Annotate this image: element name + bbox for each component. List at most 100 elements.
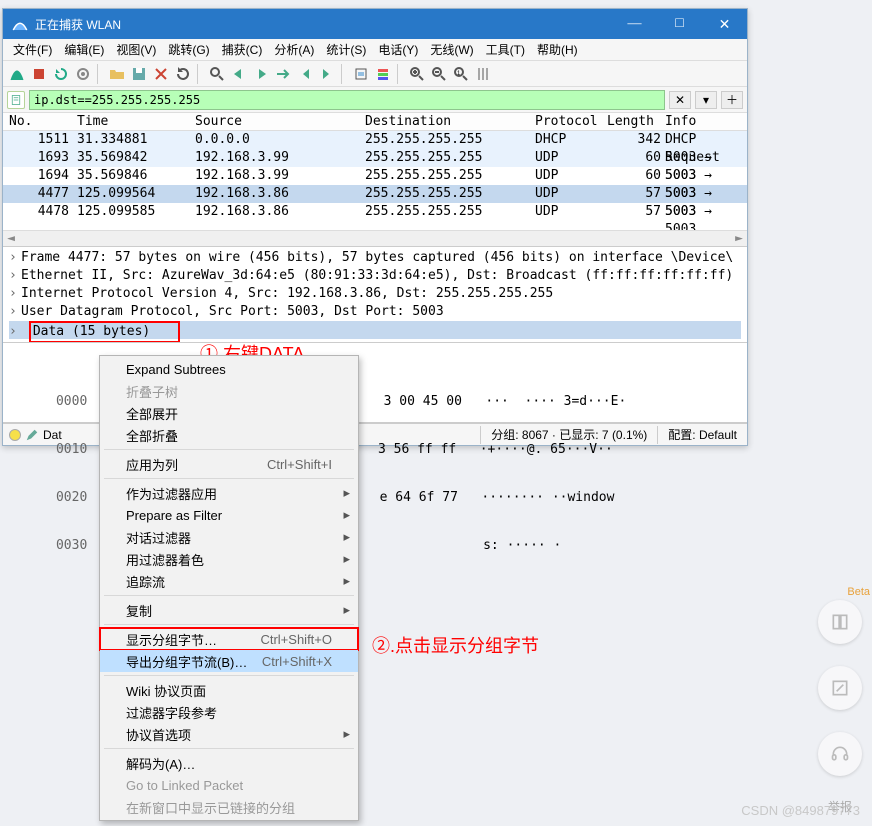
ctx-collapse-all[interactable]: 全部折叠 [100,424,358,446]
packet-details-pane[interactable]: ›Frame 4477: 57 bytes on wire (456 bits)… [3,247,747,343]
ctx-filter-field-ref[interactable]: 过滤器字段参考 [100,701,358,723]
goto-first-icon[interactable] [295,64,315,84]
ctx-sep [104,624,354,625]
menu-view[interactable]: 视图(V) [110,39,162,60]
window-title: 正在捕获 WLAN [35,16,612,33]
scroll-left-icon[interactable]: ◄ [3,231,19,246]
watermark: CSDN @849879773 [741,803,860,818]
menu-edit[interactable]: 编辑(E) [58,39,110,60]
restart-capture-icon[interactable] [51,64,71,84]
ctx-sep [104,478,354,479]
ctx-protocol-prefs[interactable]: 协议首选项▸ [100,723,358,745]
ctx-expand-subtrees[interactable]: Expand Subtrees [100,358,358,380]
ctx-conversation-filter[interactable]: 对话过滤器▸ [100,526,358,548]
menu-tools[interactable]: 工具(T) [480,39,531,60]
packet-list-hscrollbar[interactable]: ◄ ► [3,230,747,246]
close-button[interactable]: ✕ [702,9,747,39]
detail-frame[interactable]: ›Frame 4477: 57 bytes on wire (456 bits)… [9,249,741,267]
resize-columns-icon[interactable] [473,64,493,84]
menu-stats[interactable]: 统计(S) [320,39,372,60]
packet-row[interactable]: 4478125.099585192.168.3.86255.255.255.25… [3,203,747,221]
menu-go[interactable]: 跳转(G) [162,39,215,60]
ctx-decode-as[interactable]: 解码为(A)… [100,752,358,774]
ctx-collapse-subtrees[interactable]: 折叠子树 [100,380,358,402]
detail-ip[interactable]: ›Internet Protocol Version 4, Src: 192.1… [9,285,741,303]
beta-label: Beta [847,586,870,598]
app-icon [11,15,29,33]
annotation-2: ②.点击显示分组字节 [372,632,539,658]
colorize-icon[interactable] [373,64,393,84]
menu-tele[interactable]: 电话(Y) [372,39,424,60]
ctx-show-packet-bytes[interactable]: 显示分组字节…Ctrl+Shift+O [100,628,358,650]
reload-icon[interactable] [173,64,193,84]
open-file-icon[interactable] [107,64,127,84]
minimize-button[interactable]: — [612,9,657,39]
col-info[interactable]: Info [665,113,741,131]
menu-analyze[interactable]: 分析(A) [268,39,320,60]
float-write-icon[interactable] [818,666,862,710]
zoom-in-icon[interactable] [407,64,427,84]
ctx-wiki[interactable]: Wiki 协议页面 [100,679,358,701]
auto-scroll-icon[interactable] [351,64,371,84]
go-forward-icon[interactable] [251,64,271,84]
capture-options-icon[interactable] [73,64,93,84]
close-file-icon[interactable] [151,64,171,84]
ctx-export-packet-bytes[interactable]: 导出分组字节流(B)…Ctrl+Shift+X [100,650,358,672]
goto-last-icon[interactable] [317,64,337,84]
col-time[interactable]: Time [77,113,195,131]
display-filter-input[interactable] [29,90,665,110]
col-dest[interactable]: Destination [365,113,535,131]
detail-data[interactable]: › Data (15 bytes) [9,321,741,339]
col-no[interactable]: No. [9,113,77,131]
col-length[interactable]: Length [607,113,665,131]
ctx-colorize-with-filter[interactable]: 用过滤器着色▸ [100,548,358,570]
save-file-icon[interactable] [129,64,149,84]
ctx-prepare-as-filter[interactable]: Prepare as Filter▸ [100,504,358,526]
menubar: 文件(F) 编辑(E) 视图(V) 跳转(G) 捕获(C) 分析(A) 统计(S… [3,39,747,61]
ctx-copy[interactable]: 复制▸ [100,599,358,621]
scroll-right-icon[interactable]: ► [731,231,747,246]
ctx-apply-as-filter[interactable]: 作为过滤器应用▸ [100,482,358,504]
packet-row[interactable]: 169335.569842192.168.3.99255.255.255.255… [3,149,747,167]
main-toolbar: 1 [3,61,747,87]
packet-list[interactable]: No. Time Source Destination Protocol Len… [3,113,747,247]
find-packet-icon[interactable] [207,64,227,84]
filter-add-icon[interactable]: ＋ [721,91,743,109]
stop-capture-icon[interactable] [29,64,49,84]
zoom-reset-icon[interactable]: 1 [451,64,471,84]
ctx-apply-as-column[interactable]: 应用为列Ctrl+Shift+I [100,453,358,475]
toolbar-sep [397,64,403,84]
menu-capture[interactable]: 捕获(C) [216,39,269,60]
filter-clear-icon[interactable]: ✕ [669,91,691,109]
context-menu: Expand Subtrees 折叠子树 全部展开 全部折叠 应用为列Ctrl+… [99,355,359,821]
start-capture-icon[interactable] [7,64,27,84]
detail-ethernet[interactable]: ›Ethernet II, Src: AzureWav_3d:64:e5 (80… [9,267,741,285]
detail-udp[interactable]: ›User Datagram Protocol, Src Port: 5003,… [9,303,741,321]
zoom-out-icon[interactable] [429,64,449,84]
float-headset-icon[interactable] [818,732,862,776]
menu-wireless[interactable]: 无线(W) [424,39,479,60]
titlebar[interactable]: 正在捕获 WLAN — □ ✕ [3,9,747,39]
col-source[interactable]: Source [195,113,365,131]
packet-list-header[interactable]: No. Time Source Destination Protocol Len… [3,113,747,131]
ctx-sep [104,449,354,450]
filter-bookmark-icon[interactable] [7,91,25,109]
ctx-goto-linked-packet[interactable]: Go to Linked Packet [100,774,358,796]
ctx-show-linked-in-new-window[interactable]: 在新窗口中显示已链接的分组 [100,796,358,818]
floating-actions: 举报 [818,600,862,815]
toolbar-sep [197,64,203,84]
menu-file[interactable]: 文件(F) [7,39,58,60]
ctx-expand-all[interactable]: 全部展开 [100,402,358,424]
float-book-icon[interactable] [818,600,862,644]
goto-packet-icon[interactable] [273,64,293,84]
ctx-follow-stream[interactable]: 追踪流▸ [100,570,358,592]
menu-help[interactable]: 帮助(H) [531,39,584,60]
ctx-sep [104,595,354,596]
maximize-button[interactable]: □ [657,9,702,39]
go-back-icon[interactable] [229,64,249,84]
packet-row[interactable]: 151131.3348810.0.0.0255.255.255.255DHCP3… [3,131,747,149]
filter-dropdown-icon[interactable]: ▾ [695,91,717,109]
col-proto[interactable]: Protocol [535,113,607,131]
packet-row[interactable]: 4477125.099564192.168.3.86255.255.255.25… [3,185,747,203]
packet-row[interactable]: 169435.569846192.168.3.99255.255.255.255… [3,167,747,185]
